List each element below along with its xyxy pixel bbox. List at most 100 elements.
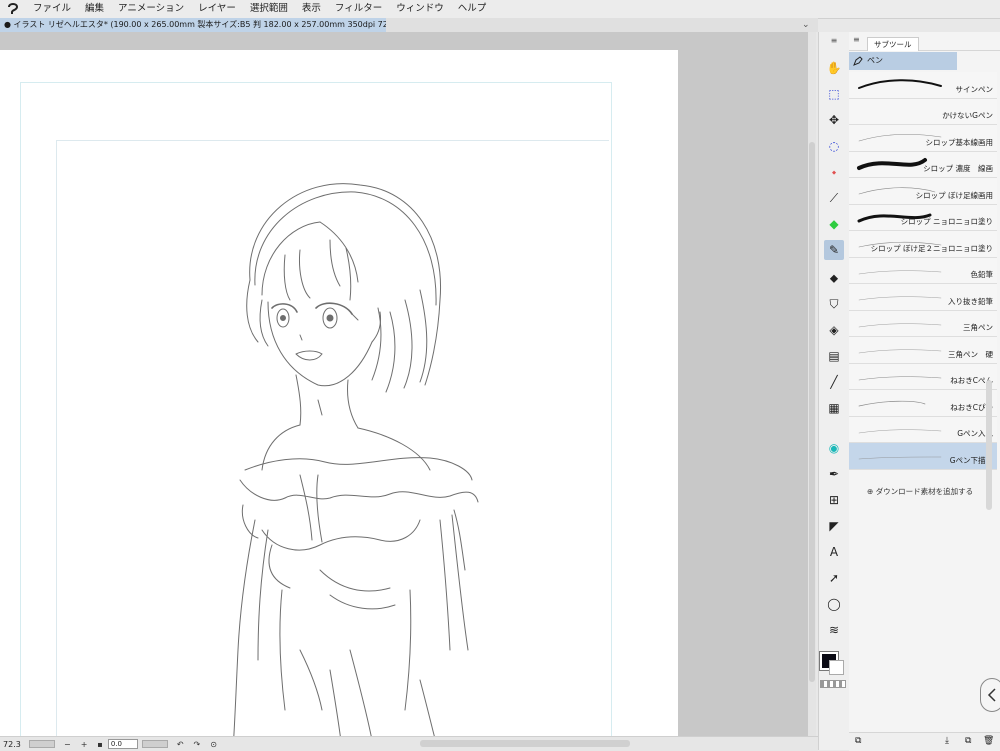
balloon-tool-icon[interactable]: ◯ [824,594,844,614]
brush-item[interactable]: シロップ ニョロニョロ塗り [849,204,997,231]
zoom-in-button[interactable]: + [81,740,88,749]
brush-item[interactable]: Gペン入れ [849,416,997,443]
tab-subtool[interactable]: サブツール [867,37,919,51]
sub-color-swatch[interactable] [829,660,844,675]
text-tool-icon[interactable]: A [824,542,844,562]
menu-bar: ファイル 編集 アニメーション レイヤー 選択範囲 表示 フィルター ウィンドウ… [0,0,1000,19]
trash-icon[interactable]: 🗑 [983,736,994,746]
correct-line-icon[interactable]: ≋ [824,620,844,640]
add-material-label: ダウンロード素材を追加する [875,487,974,496]
subtool-panel-footer: ⧉ ⤓ ⧉ 🗑 [849,732,1000,751]
operation-tool-icon[interactable]: ➚ [824,568,844,588]
zoom-value[interactable]: 72.3 [0,740,25,749]
move-tool-glyph: ✥ [828,113,840,127]
brush-stroke-preview [858,456,942,460]
brush-item[interactable]: Gペン下描き [849,443,997,470]
rotate-left-icon[interactable]: ↶ [177,740,184,749]
vector-tool-glyph: ◤ [829,519,839,533]
menu-edit[interactable]: 編集 [78,0,111,18]
eraser-tool-icon[interactable]: ⬥ [824,268,844,288]
panel-scrollbar[interactable] [986,380,992,510]
reset-rotation-icon[interactable]: ⊙ [210,740,217,749]
scroll-thumb[interactable] [809,142,815,682]
ruler-pen-icon[interactable]: ✒ [824,464,844,484]
subtool-group-pen[interactable]: ペン [849,52,957,70]
menu-layer[interactable]: レイヤー [191,0,243,18]
rotation-slider[interactable] [141,740,168,748]
text-tool-glyph: A [829,545,839,559]
fill-tool-glyph: ⛉ [829,296,839,311]
line-tool-icon[interactable]: ╱ [824,372,844,392]
brush-label: 入り抜き鉛筆 [948,296,993,306]
eyedropper-icon[interactable]: ⟋ [824,188,844,208]
brush-item[interactable]: 三角ペン 硬 [849,337,997,364]
brush-item[interactable]: ねおきCぴつ [849,390,997,417]
vector-tool-icon[interactable]: ◤ [824,516,844,536]
menu-window[interactable]: ウィンドウ [389,0,451,18]
brush-stroke-preview [858,322,942,327]
fill-tool-icon[interactable]: ⛉ [824,294,844,314]
magic-wand-icon[interactable]: ⬩ [824,162,844,182]
sketch-drawing [233,183,479,736]
canvas-vertical-scrollbar[interactable] [808,32,816,736]
pen-tool-icon[interactable]: ◆ [824,214,844,234]
pattern-tool-icon[interactable]: ▦ [824,398,844,418]
add-material-button[interactable]: ⊕ ダウンロード素材を追加する [867,486,973,497]
menu-help[interactable]: ヘルプ [451,0,494,18]
zoom-tool-icon[interactable]: ⬚ [824,84,844,104]
hand-tool-icon[interactable]: ✋ [824,58,844,78]
blend-tool-icon[interactable]: ◈ [824,320,844,340]
menu-selection[interactable]: 選択範囲 [243,0,295,18]
brush-item[interactable]: 三角ペン [849,310,997,337]
pencil-tool-icon[interactable]: ✎ [824,240,844,260]
brush-stroke-preview [858,400,926,407]
rotate-right-icon[interactable]: ↷ [194,740,201,749]
panel-menu-icon[interactable]: ≡ [853,35,860,44]
duplicate-subtool-icon[interactable]: ⧉ [965,736,971,746]
rotation-input[interactable]: 0.0 [107,739,138,749]
zoom-slider[interactable] [29,740,55,748]
brush-item[interactable]: かけないGペン [849,98,997,125]
menu-filter[interactable]: フィルター [328,0,389,18]
layer-move-icon[interactable]: ◉ [824,438,844,458]
menu-file[interactable]: ファイル [26,0,78,18]
brush-item[interactable]: ねおきCぺん [849,363,997,390]
brush-stroke-preview [858,349,942,354]
frame-tool-icon[interactable]: ⊞ [824,490,844,510]
brush-item[interactable]: シロップ 濃度 線画 [849,151,997,178]
menu-view[interactable]: 表示 [295,0,328,18]
brush-label: 色鉛筆 [970,270,994,279]
transparent-color-swatch[interactable] [820,680,846,688]
menu-animation[interactable]: アニメーション [111,0,191,18]
move-tool-icon[interactable]: ✥ [824,110,844,130]
copy-subtool-icon[interactable]: ⤓ [945,736,949,746]
brush-item[interactable]: シロップ ぼけ足２ニョロニョロ塗り [849,231,997,258]
brush-item[interactable]: シロップ基本線画用 [849,125,997,152]
subtool-group-label: ペン [867,56,883,65]
document-tab[interactable]: ● イラスト リゼヘルエスタ* (190.00 x 265.00mm 製本サイズ… [0,18,386,32]
layer-move-glyph: ◉ [828,441,840,455]
brush-stroke-preview [858,79,942,89]
canvas-paper[interactable] [0,50,678,736]
chevron-down-icon[interactable]: ⌄ [802,18,810,32]
app-logo-icon[interactable] [0,0,26,18]
eraser-tool-glyph: ⬥ [829,270,839,285]
brush-item[interactable]: 入り抜き鉛筆 [849,284,997,311]
select-tool-glyph: ◌ [828,139,840,153]
select-tool-icon[interactable]: ◌ [824,136,844,156]
collapse-panel-icon[interactable] [980,678,1000,712]
brush-item[interactable]: サインペン [849,72,997,99]
palette-menu-icon[interactable]: ≡ [819,36,849,48]
gradient-tool-icon[interactable]: ▤ [824,346,844,366]
eyedropper-glyph: ⟋ [829,190,839,205]
brush-item[interactable]: シロップ ぼけ足線画用 [849,178,997,205]
subtool-settings-icon[interactable]: ⧉ [855,736,861,746]
zoom-out-button[interactable]: − [64,740,71,749]
document-tab-bar: ● イラスト リゼヘルエスタ* (190.00 x 265.00mm 製本サイズ… [0,18,818,32]
fit-icon[interactable]: ▪ [97,740,102,749]
canvas-area[interactable] [0,32,808,736]
pen-group-icon [853,56,863,66]
brush-item[interactable]: 色鉛筆 [849,257,997,284]
horizontal-scrollbar[interactable] [420,740,630,747]
frame-tool-glyph: ⊞ [828,493,840,507]
